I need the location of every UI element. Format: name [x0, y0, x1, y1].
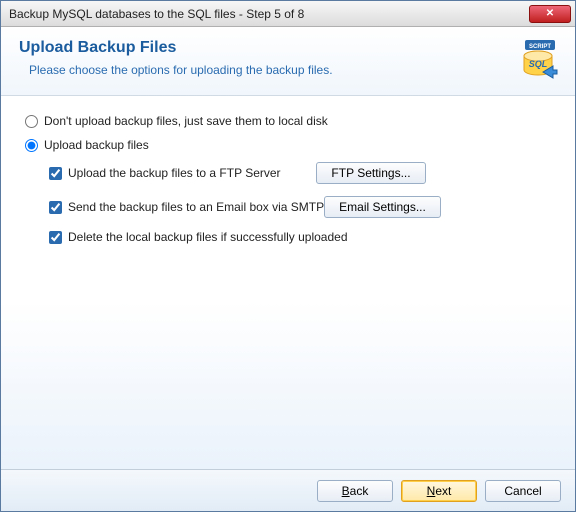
- sql-script-icon: SCRIPT SQL: [517, 39, 559, 81]
- radio-no-upload[interactable]: Don't upload backup files, just save the…: [25, 114, 557, 128]
- radio-upload-label: Upload backup files: [44, 138, 149, 152]
- radio-upload-input[interactable]: [25, 139, 38, 152]
- header-text-block: Upload Backup Files Please choose the op…: [19, 39, 509, 77]
- next-button[interactable]: Next: [401, 480, 477, 502]
- wizard-footer: Back Next Cancel: [1, 469, 575, 511]
- email-option-row: Send the backup files to an Email box vi…: [49, 196, 557, 218]
- back-button[interactable]: Back: [317, 480, 393, 502]
- titlebar: Backup MySQL databases to the SQL files …: [1, 1, 575, 27]
- ftp-checkbox-label: Upload the backup files to a FTP Server: [68, 166, 316, 180]
- email-checkbox[interactable]: [49, 201, 62, 214]
- ftp-option-row: Upload the backup files to a FTP Server …: [49, 162, 557, 184]
- svg-text:SCRIPT: SCRIPT: [529, 44, 551, 50]
- radio-no-upload-input[interactable]: [25, 115, 38, 128]
- email-settings-button[interactable]: Email Settings...: [324, 196, 441, 218]
- radio-no-upload-label: Don't upload backup files, just save the…: [44, 114, 328, 128]
- email-checkbox-label: Send the backup files to an Email box vi…: [68, 200, 324, 214]
- radio-upload[interactable]: Upload backup files: [25, 138, 557, 152]
- delete-checkbox-label: Delete the local backup files if success…: [68, 230, 348, 244]
- cancel-button[interactable]: Cancel: [485, 480, 561, 502]
- wizard-window: Backup MySQL databases to the SQL files …: [0, 0, 576, 512]
- wizard-header: Upload Backup Files Please choose the op…: [1, 27, 575, 96]
- delete-option-row: Delete the local backup files if success…: [49, 230, 557, 244]
- ftp-checkbox[interactable]: [49, 167, 62, 180]
- window-title: Backup MySQL databases to the SQL files …: [9, 7, 529, 21]
- close-button[interactable]: ✕: [529, 5, 571, 23]
- page-title: Upload Backup Files: [19, 39, 509, 57]
- delete-checkbox[interactable]: [49, 231, 62, 244]
- wizard-content: Don't upload backup files, just save the…: [1, 96, 575, 469]
- svg-text:SQL: SQL: [529, 59, 548, 69]
- close-icon: ✕: [546, 9, 554, 19]
- page-subtitle: Please choose the options for uploading …: [19, 63, 509, 77]
- ftp-settings-button[interactable]: FTP Settings...: [316, 162, 426, 184]
